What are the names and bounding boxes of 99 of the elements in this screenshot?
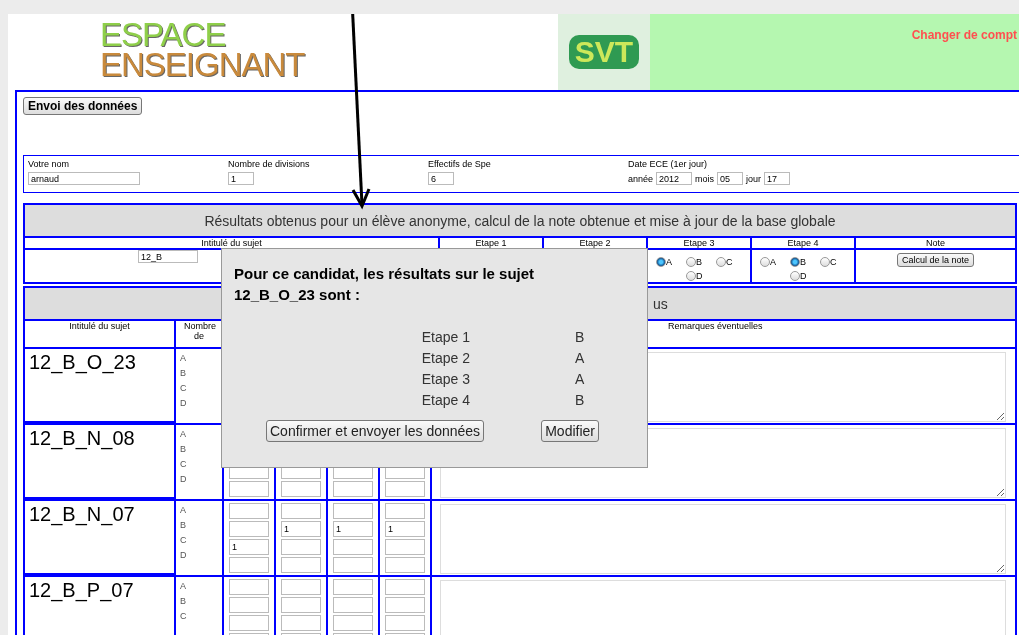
field-label: Votre nom — [28, 159, 71, 169]
submit-button[interactable]: Envoi des données — [23, 97, 143, 115]
option-letter: A — [180, 581, 187, 591]
column-header: Note — [926, 238, 945, 248]
count-field[interactable] — [333, 615, 373, 631]
input-field[interactable]: 6 — [428, 172, 454, 185]
radio-option[interactable]: D — [790, 267, 816, 281]
radio-option[interactable]: D — [686, 267, 712, 281]
radio-option[interactable]: C — [820, 253, 846, 267]
option-letter: B — [180, 368, 187, 378]
option-letter: C — [180, 611, 187, 621]
column-header: Etape 3 — [683, 238, 715, 248]
input-field[interactable]: 2012 — [656, 172, 693, 185]
count-field[interactable] — [229, 579, 269, 595]
count-field[interactable]: 1 — [385, 521, 425, 537]
remarks-field[interactable] — [439, 504, 1006, 574]
subject-label: 12_B_O_23 — [28, 350, 136, 374]
column-header: Nombre de — [184, 321, 214, 341]
count-field[interactable] — [385, 615, 425, 631]
modify-button[interactable]: Modifier — [541, 420, 599, 442]
count-field[interactable] — [333, 597, 373, 613]
count-field[interactable] — [385, 579, 425, 595]
grade-value: A — [575, 371, 585, 387]
column-header: Etape 2 — [579, 238, 611, 248]
count-field[interactable] — [281, 597, 321, 613]
count-field[interactable] — [229, 597, 269, 613]
field-label: Effectifs de Spe — [428, 159, 492, 169]
option-letter: B — [180, 444, 187, 454]
count-field[interactable]: 1 — [229, 539, 269, 555]
count-field[interactable] — [333, 503, 373, 519]
step-label: Etape 2 — [421, 350, 470, 366]
count-field[interactable]: 1 — [333, 521, 373, 537]
option-letter: A — [180, 353, 187, 363]
grade-value: B — [575, 392, 585, 408]
step-label: Etape 4 — [421, 392, 470, 408]
option-letter: B — [180, 520, 187, 530]
subject-label: 12_B_P_07 — [28, 578, 134, 602]
column-header: Etape 4 — [787, 238, 819, 248]
option-letter: C — [180, 459, 187, 469]
count-field[interactable] — [385, 503, 425, 519]
field-label: année — [628, 173, 654, 184]
column-header: Remarques éventuelles — [668, 321, 763, 331]
step-label: Etape 1 — [421, 329, 470, 345]
radio-option[interactable]: A — [656, 253, 682, 267]
column-header: Intitulé du sujet — [201, 238, 262, 248]
input-field[interactable]: 1 — [228, 172, 254, 185]
compute-button[interactable]: Calcul de la note — [896, 253, 974, 267]
count-field[interactable] — [281, 503, 321, 519]
field-label: jour — [746, 173, 762, 184]
subject-select[interactable]: 12_B — [138, 250, 198, 263]
field-label: Nombre de divisions — [228, 159, 311, 169]
table-title: Résultats obtenus pour un élève anonyme, calcul de la note obtenue et mise à jour de la base globale — [25, 205, 1015, 236]
input-field[interactable]: arnaud — [28, 172, 140, 185]
input-field[interactable]: 05 — [717, 172, 744, 185]
option-letter: A — [180, 429, 187, 439]
count-field[interactable] — [281, 615, 321, 631]
count-field[interactable] — [385, 481, 425, 497]
grade-value: A — [575, 350, 585, 366]
column-header: Intitulé du sujet — [69, 321, 130, 331]
count-field[interactable] — [385, 597, 425, 613]
count-field[interactable] — [385, 539, 425, 555]
count-field[interactable] — [229, 503, 269, 519]
option-letter: D — [180, 474, 187, 484]
count-field[interactable] — [385, 557, 425, 573]
field-label: mois — [695, 173, 715, 184]
radio-option[interactable]: C — [716, 253, 742, 267]
option-letter: C — [180, 383, 187, 393]
count-field[interactable] — [281, 481, 321, 497]
subject-label: 12_B_N_07 — [28, 502, 135, 526]
count-field[interactable] — [281, 557, 321, 573]
count-field[interactable] — [333, 481, 373, 497]
input-field[interactable]: 17 — [764, 172, 791, 185]
count-field[interactable] — [229, 615, 269, 631]
radio-option[interactable]: B — [686, 253, 712, 267]
radio-option[interactable]: B — [790, 253, 816, 267]
count-field[interactable] — [281, 579, 321, 595]
confirm-button[interactable]: Confirmer et envoyer les données — [266, 420, 485, 442]
option-letter: D — [180, 398, 187, 408]
map-logo: SVT — [558, 14, 650, 90]
count-field[interactable] — [333, 539, 373, 555]
column-header: Etape 1 — [475, 238, 507, 248]
count-field[interactable] — [229, 557, 269, 573]
count-field[interactable] — [229, 481, 269, 497]
field-label: Date ECE (1er jour) — [628, 159, 709, 169]
radio-option[interactable]: A — [760, 253, 786, 267]
step-label: Etape 3 — [421, 371, 470, 387]
option-letter: B — [180, 596, 187, 606]
option-letter: D — [180, 550, 187, 560]
count-field[interactable]: 1 — [281, 521, 321, 537]
count-field[interactable] — [333, 557, 373, 573]
count-field[interactable] — [281, 539, 321, 555]
grade-value: B — [575, 329, 585, 345]
logo: ESPACE ENSEIGNANT — [100, 15, 305, 85]
option-letter: A — [180, 505, 187, 515]
subject-label: 12_B_N_08 — [28, 426, 135, 450]
count-field[interactable] — [229, 521, 269, 537]
option-letter: C — [180, 535, 187, 545]
count-field[interactable] — [333, 579, 373, 595]
remarks-field[interactable] — [439, 580, 1006, 635]
